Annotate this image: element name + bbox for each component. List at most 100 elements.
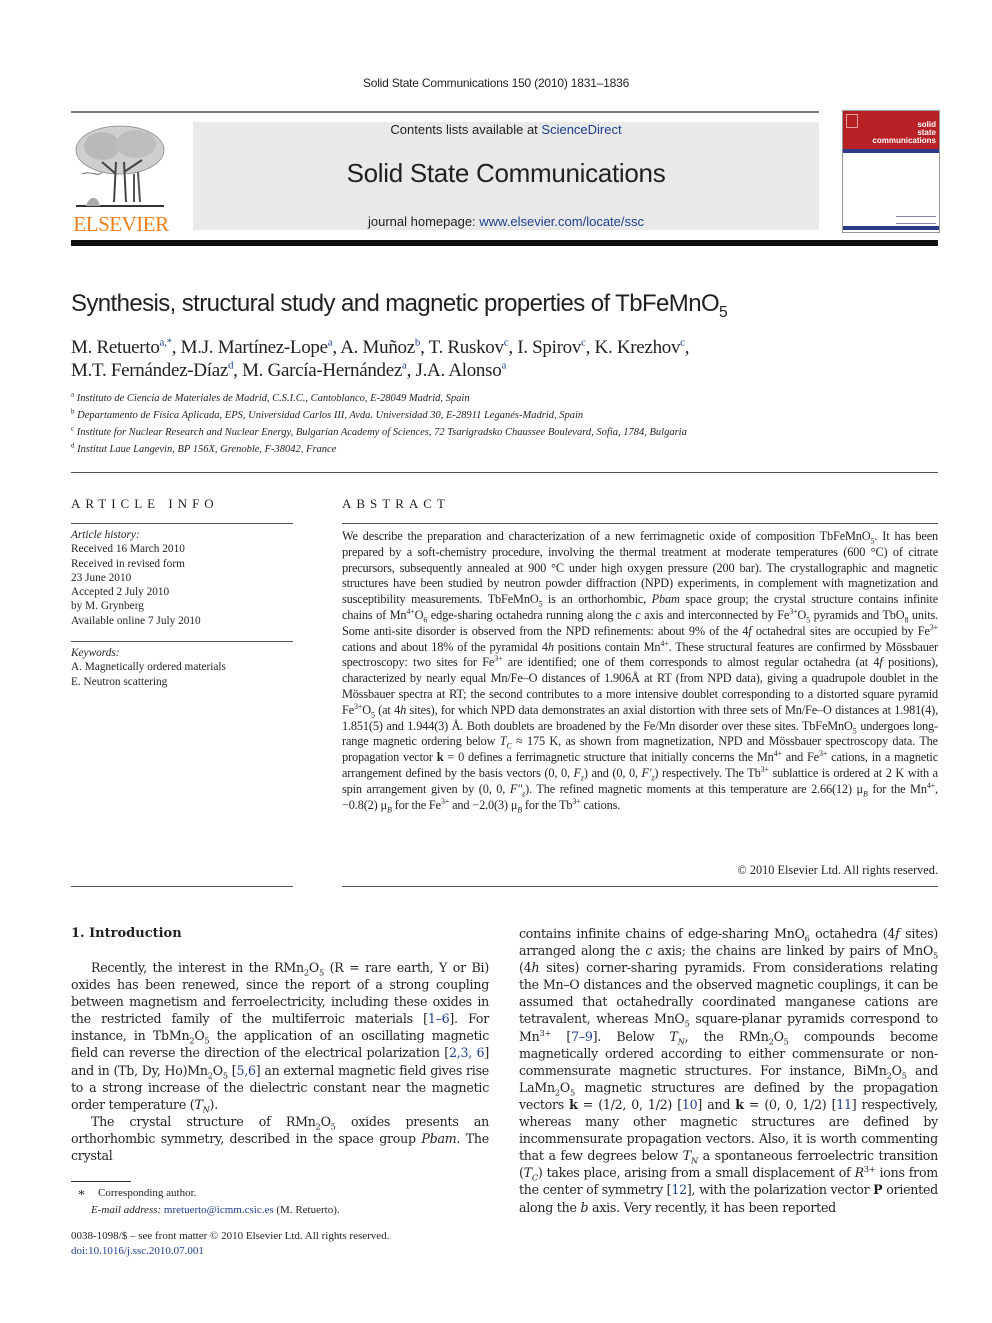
author[interactable]: M. García-Hernándeza — [242, 360, 407, 381]
author[interactable]: J.A. Alonsoa — [416, 360, 507, 381]
author-affiliation-marker[interactable]: a — [501, 360, 506, 372]
affiliation: c Institute for Nuclear Research and Nuc… — [71, 424, 951, 441]
author[interactable]: T. Ruskovc — [429, 337, 509, 358]
abstract-text: We describe the preparation and characte… — [342, 529, 939, 814]
author-name: M. García-Hernández — [242, 360, 403, 381]
author-name: A. Muñoz — [340, 337, 415, 358]
affiliation-key: c — [71, 424, 75, 433]
author-list: M. Retuertoa,*, M.J. Martínez-Lopea, A. … — [71, 336, 690, 381]
doi-link[interactable]: doi:10.1016/j.ssc.2010.07.001 — [71, 1244, 491, 1259]
affiliation-key: b — [71, 407, 75, 416]
cover-title: solid state communications — [872, 121, 936, 145]
citation-link[interactable]: 2,3, 6 — [449, 1045, 485, 1060]
history-label: Article history: — [71, 529, 140, 541]
email-owner: (M. Retuerto). — [273, 1204, 340, 1216]
author[interactable]: M.J. Martínez-Lopea — [181, 337, 333, 358]
cover-title-line: communications — [872, 136, 936, 145]
author-affiliation-marker[interactable]: c — [680, 337, 685, 349]
affiliation: d Institut Laue Langevin, BP 156X, Greno… — [71, 441, 951, 458]
history-item: Available online 7 July 2010 — [71, 614, 201, 627]
contents-prefix: Contents lists available at — [390, 122, 542, 137]
author[interactable]: K. Krezhovc — [594, 337, 686, 358]
citation-link[interactable]: 7–9 — [571, 1029, 593, 1044]
article-info-rule — [71, 886, 293, 887]
author[interactable]: I. Spirovc — [517, 337, 586, 358]
citation-link[interactable]: 1–6 — [428, 1011, 450, 1026]
author-name: T. Ruskov — [428, 337, 504, 358]
article-history: Article history: Received 16 March 2010 … — [71, 528, 293, 628]
cover-band — [843, 149, 939, 153]
article-info-rule — [71, 641, 293, 642]
footnote-marker: * — [78, 1188, 85, 1203]
cover-banner: solid state communications — [843, 111, 939, 149]
article-title: Synthesis, structural study and magnetic… — [71, 290, 728, 320]
author-name: K. Krezhov — [594, 337, 681, 358]
author-name: M. Retuerto — [71, 337, 160, 358]
email-link[interactable]: mretuerto@icmm.csic.es — [164, 1204, 274, 1216]
author-name: M.J. Martínez-Lope — [180, 337, 328, 358]
history-item: Accepted 2 July 2010 — [71, 586, 170, 599]
citation-link[interactable]: 5,6 — [236, 1063, 256, 1078]
abstract-rule — [342, 523, 938, 524]
keywords-label: Keywords: — [71, 647, 120, 659]
journal-title: Solid State Communications — [346, 158, 666, 188]
keywords: Keywords: A. Magnetically ordered materi… — [71, 646, 293, 689]
elsevier-logo[interactable]: ELSEVIER — [70, 120, 172, 236]
history-item: 23 June 2010 — [71, 571, 132, 584]
paragraph: contains infinite chains of edge-sharing… — [519, 926, 939, 1215]
article-title-text: Synthesis, structural study and magnetic… — [71, 290, 720, 317]
affiliation-text: Instituto de Ciencia de Materiales de Ma… — [76, 393, 470, 404]
author[interactable]: A. Muñozb — [340, 337, 420, 358]
email-label: E-mail address: — [91, 1204, 164, 1216]
affiliation-key: d — [71, 441, 75, 450]
author-affiliation-marker[interactable]: c — [581, 337, 586, 349]
paragraph: The crystal structure of RMn2O5 oxides p… — [71, 1113, 489, 1164]
cover-publisher-icon — [846, 114, 858, 128]
elsevier-wordmark: ELSEVIER — [73, 212, 169, 236]
citation-link[interactable]: 12 — [671, 1182, 687, 1197]
paragraph: Recently, the interest in the RMn2O5 (R … — [71, 960, 489, 1115]
front-matter: 0038-1098/$ – see front matter © 2010 El… — [71, 1229, 491, 1259]
homepage-prefix: journal homepage: — [367, 214, 480, 229]
citation-link[interactable]: 11 — [836, 1097, 852, 1112]
body-column-left: Recently, the interest in the RMn2O5 (R … — [71, 959, 489, 1164]
author-affiliation-marker[interactable]: d — [228, 360, 234, 372]
author-affiliation-marker[interactable]: a,* — [160, 337, 173, 349]
author-affiliation-marker[interactable]: a — [328, 337, 333, 349]
history-item: Received 16 March 2010 — [71, 543, 185, 556]
author-affiliation-marker[interactable]: a — [402, 360, 407, 372]
abstract-rule — [342, 886, 938, 887]
section-heading-introduction: 1. Introduction — [71, 926, 182, 941]
citation-link[interactable]: 10 — [682, 1097, 698, 1112]
journal-cover-thumbnail[interactable]: solid state communications — [842, 110, 940, 233]
affiliation-text: Departamento de Física Aplicada, EPS, Un… — [77, 410, 584, 421]
history-item: by M. Grynberg — [71, 600, 144, 613]
section-divider — [71, 472, 938, 473]
author[interactable]: M.T. Fernández-Díazd — [71, 360, 233, 381]
author-name: M.T. Fernández-Díaz — [71, 360, 228, 381]
history-item: Received in revised form — [71, 557, 185, 570]
affiliation-list: a Instituto de Ciencia de Materiales de … — [71, 390, 951, 458]
header-rule — [71, 111, 819, 113]
author-affiliation-marker[interactable]: b — [415, 337, 421, 349]
author[interactable]: M. Retuertoa,* — [71, 337, 172, 358]
running-head: Solid State Communications 150 (2010) 18… — [362, 76, 630, 90]
affiliation-key: a — [71, 390, 75, 399]
affiliation: b Departamento de Física Aplicada, EPS, … — [71, 407, 951, 424]
affiliation-text: Institute for Nuclear Research and Nucle… — [76, 427, 687, 438]
article-info-rule — [71, 523, 293, 524]
abstract-heading: ABSTRACT — [342, 496, 450, 511]
keyword[interactable]: A. Magnetically ordered materials — [71, 660, 293, 674]
elsevier-tree-icon — [75, 125, 165, 207]
footnote-text: Corresponding author. — [98, 1187, 197, 1199]
affiliation: a Instituto de Ciencia de Materiales de … — [71, 390, 951, 407]
author-affiliation-marker[interactable]: c — [504, 337, 509, 349]
affiliation-text: Institut Laue Langevin, BP 156X, Grenobl… — [77, 444, 337, 455]
journal-homepage-link[interactable]: www.elsevier.com/locate/ssc — [479, 214, 644, 229]
contents-line: Contents lists available at ScienceDirec… — [193, 122, 819, 137]
body-column-right: contains infinite chains of edge-sharing… — [519, 925, 938, 1216]
front-matter-text: 0038-1098/$ – see front matter © 2010 El… — [71, 1230, 390, 1242]
sciencedirect-link[interactable]: ScienceDirect — [541, 122, 621, 137]
journal-masthead: Contents lists available at ScienceDirec… — [193, 122, 819, 230]
keyword[interactable]: E. Neutron scattering — [71, 675, 293, 689]
